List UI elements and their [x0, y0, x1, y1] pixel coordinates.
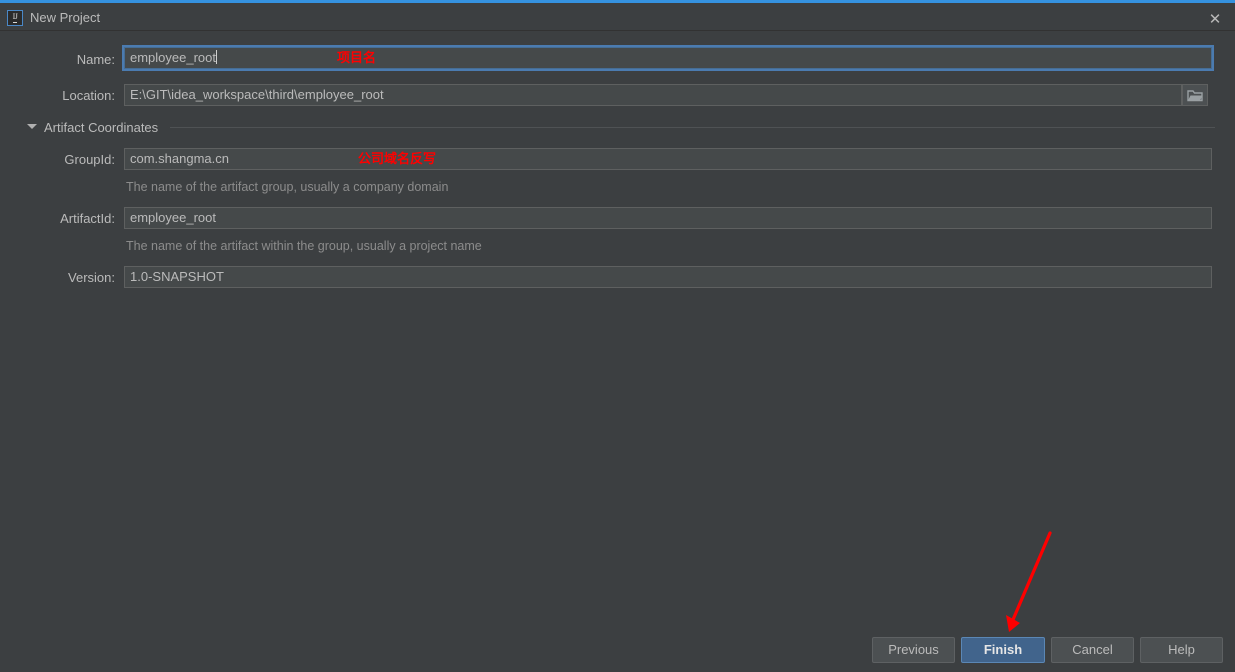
name-label: Name: — [76, 52, 115, 67]
new-project-dialog: IJ New Project ✕ Name: employee_root 项目名… — [0, 0, 1235, 672]
chevron-down-icon[interactable] — [26, 120, 38, 134]
folder-icon[interactable] — [1182, 84, 1208, 106]
annotation-arrow-to-finish — [1006, 531, 1052, 632]
intellij-idea-icon: IJ — [7, 10, 23, 26]
artifactid-label: ArtifactId: — [60, 211, 115, 226]
title-bar: IJ New Project ✕ — [0, 3, 1235, 30]
chevron-down-icon-glyph — [27, 124, 37, 129]
cancel-button[interactable]: Cancel — [1051, 637, 1134, 663]
folder-icon-glyph — [1187, 89, 1203, 101]
location-input[interactable]: E:\GIT\idea_workspace\third\employee_roo… — [124, 84, 1182, 106]
annotation-name-note: 项目名 — [337, 51, 377, 66]
intellij-idea-icon-glyph: IJ — [12, 12, 18, 23]
artifactid-hint: The name of the artifact within the grou… — [126, 239, 482, 253]
finish-button[interactable]: Finish — [961, 637, 1045, 663]
version-label: Version: — [68, 270, 115, 285]
artifactid-input[interactable]: employee_root — [124, 207, 1212, 229]
annotation-groupid-note: 公司域名反写 — [358, 152, 437, 167]
name-input-value: employee_root — [130, 50, 216, 65]
name-input[interactable]: employee_root — [122, 45, 1214, 71]
groupid-label: GroupId: — [64, 152, 115, 167]
groupid-input[interactable]: com.shangma.cn — [124, 148, 1212, 170]
version-input[interactable]: 1.0-SNAPSHOT — [124, 266, 1212, 288]
groupid-hint: The name of the artifact group, usually … — [126, 180, 449, 194]
location-label: Location: — [62, 88, 115, 103]
close-icon[interactable]: ✕ — [1205, 9, 1225, 29]
title-bar-divider — [0, 30, 1235, 31]
previous-button[interactable]: Previous — [872, 637, 955, 663]
help-button[interactable]: Help — [1140, 637, 1223, 663]
section-divider — [170, 127, 1215, 128]
window-title: New Project — [30, 10, 101, 25]
section-title-artifact-coordinates: Artifact Coordinates — [44, 120, 159, 135]
text-caret — [216, 50, 217, 64]
